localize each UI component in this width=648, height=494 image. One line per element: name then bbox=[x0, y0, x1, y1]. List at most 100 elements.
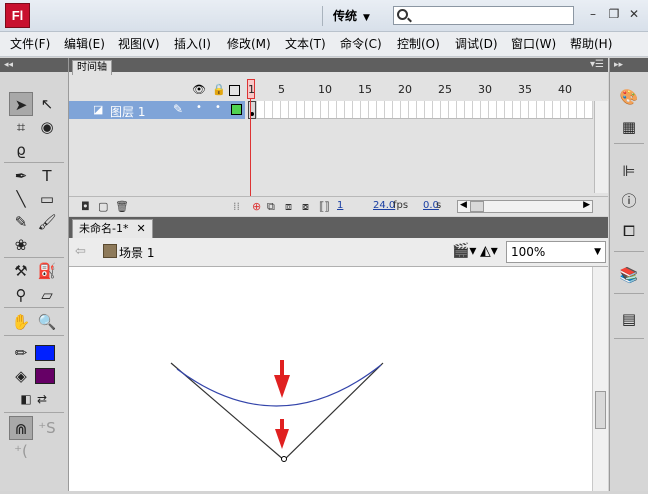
onion-outline-icon[interactable]: ⧈ bbox=[285, 200, 292, 214]
modify-markers-icon[interactable]: ⟦⟧ bbox=[319, 200, 330, 213]
subselection-tool-icon[interactable]: ↖ bbox=[35, 92, 59, 116]
minimize-icon[interactable]: – bbox=[584, 6, 602, 22]
tab-timeline[interactable]: 时间轴 bbox=[72, 60, 112, 75]
close-icon[interactable]: ✕ bbox=[136, 222, 145, 235]
menu-window[interactable]: 窗口(W) bbox=[511, 37, 556, 51]
onion-skin-icon[interactable]: ⧉ bbox=[267, 200, 275, 214]
scroll-thumb[interactable] bbox=[595, 391, 606, 429]
eyedropper-tool-icon[interactable]: ⚲ bbox=[9, 283, 33, 307]
panel-divider bbox=[614, 143, 644, 144]
frame-rate[interactable]: 24.0 bbox=[373, 200, 395, 211]
color-palette-icon[interactable]: 🎨 bbox=[618, 86, 640, 108]
current-frame[interactable]: 1 bbox=[337, 200, 343, 211]
close-icon[interactable]: ✕ bbox=[625, 6, 643, 22]
panel-divider bbox=[614, 293, 644, 294]
transform-icon[interactable]: ⧠ bbox=[618, 220, 640, 242]
elapsed-time-unit: s bbox=[436, 200, 442, 211]
new-folder-icon[interactable]: ▢ bbox=[98, 200, 108, 213]
scroll-thumb[interactable] bbox=[470, 201, 484, 212]
frames-grid[interactable] bbox=[249, 101, 593, 119]
hand-tool-icon[interactable]: ✋ bbox=[9, 310, 33, 334]
pencil-tool-icon[interactable]: ✎ bbox=[9, 210, 33, 234]
edit-multiple-frames-icon[interactable]: ⧇ bbox=[302, 200, 309, 214]
layer-name[interactable]: 图层 1 bbox=[110, 103, 145, 120]
menu-edit[interactable]: 编辑(E) bbox=[64, 37, 105, 51]
menu-file[interactable]: 文件(F) bbox=[10, 37, 50, 51]
lock-dot-icon[interactable]: • bbox=[215, 102, 221, 113]
menu-commands[interactable]: 命令(C) bbox=[340, 37, 382, 51]
frame-rate-unit: fps bbox=[393, 200, 409, 211]
show-hide-icon[interactable]: 👁 bbox=[192, 83, 206, 96]
bone-tool-icon[interactable]: ⚒ bbox=[9, 259, 33, 283]
document-tab[interactable]: 未命名-1* ✕ bbox=[72, 219, 153, 238]
expand-icon[interactable]: ▸▸ bbox=[610, 58, 648, 72]
straighten-icon[interactable]: ⁺( bbox=[9, 439, 33, 463]
timeline-footer: ◘ ▢ 🗑 ⁞⁞ ⊕ ⧉ ⧈ ⧇ ⟦⟧ 1 24.0 fps 0.0 s ◀ ▶ bbox=[69, 196, 608, 216]
stroke-color-swatch[interactable] bbox=[35, 345, 55, 361]
timeline-hscroll[interactable]: ◀ ▶ bbox=[457, 200, 593, 213]
deco-tool-icon[interactable]: ❀ bbox=[9, 233, 33, 257]
red-arrow-lower bbox=[275, 419, 289, 449]
brush-tool-icon[interactable]: 🖌 bbox=[35, 210, 59, 234]
edit-symbols-icon[interactable]: ◭▾ bbox=[480, 243, 498, 259]
stage[interactable] bbox=[69, 267, 608, 491]
delete-icon[interactable]: 🗑 bbox=[115, 200, 129, 213]
lock-icon[interactable]: 🔒 bbox=[212, 83, 226, 96]
smooth-icon[interactable]: ⁺S bbox=[35, 416, 59, 440]
outline-icon[interactable] bbox=[229, 85, 240, 96]
edit-bar: ⇦ 场景 1 🎬▾ ◭▾ 100% ▼ bbox=[69, 238, 608, 267]
anchor-point[interactable] bbox=[281, 456, 287, 462]
scroll-right-icon[interactable]: ▶ bbox=[583, 200, 590, 210]
menu-debug[interactable]: 调试(D) bbox=[455, 37, 498, 51]
selection-tool-icon[interactable]: ➤ bbox=[9, 92, 33, 116]
fill-color-swatch[interactable] bbox=[35, 368, 55, 384]
frame-number: 25 bbox=[438, 83, 452, 96]
workspace-switcher[interactable]: 传统 ▼ bbox=[322, 6, 370, 26]
menu-view[interactable]: 视图(V) bbox=[118, 37, 160, 51]
menu-insert[interactable]: 插入(I) bbox=[174, 37, 211, 51]
edit-scene-icon[interactable]: 🎬▾ bbox=[452, 243, 476, 259]
eraser-tool-icon[interactable]: ▱ bbox=[35, 283, 59, 307]
library-icon[interactable]: 📚 bbox=[618, 264, 640, 286]
components-icon[interactable]: ▤ bbox=[618, 308, 640, 330]
stage-scrollbar[interactable] bbox=[592, 267, 608, 491]
text-tool-icon[interactable]: T bbox=[35, 164, 59, 188]
layer-list-empty bbox=[69, 119, 245, 193]
free-transform-tool-icon[interactable]: ⌗ bbox=[9, 115, 33, 139]
center-frame-icon[interactable]: ⊕ bbox=[252, 200, 261, 213]
panel-menu-icon[interactable]: ▾☰ bbox=[590, 59, 604, 70]
new-layer-icon[interactable]: ◘ bbox=[81, 200, 90, 213]
line-tool-icon[interactable]: ╲ bbox=[9, 187, 33, 211]
menu-modify[interactable]: 修改(M) bbox=[227, 37, 271, 51]
3d-rotation-tool-icon[interactable]: ◉ bbox=[35, 115, 59, 139]
align-icon[interactable]: ⊫ bbox=[618, 160, 640, 182]
menu-text[interactable]: 文本(T) bbox=[285, 37, 326, 51]
zoom-select[interactable]: 100% ▼ bbox=[506, 241, 606, 263]
snap-to-objects-icon[interactable]: ⋒ bbox=[9, 416, 33, 440]
timeline-scrollbar[interactable] bbox=[594, 101, 608, 193]
menu-bar: 文件(F) 编辑(E) 视图(V) 插入(I) 修改(M) 文本(T) 命令(C… bbox=[0, 32, 648, 57]
help-search-box[interactable] bbox=[393, 6, 574, 25]
rectangle-tool-icon[interactable]: ▭ bbox=[35, 187, 59, 211]
tool-divider bbox=[4, 257, 64, 258]
search-icon bbox=[397, 9, 408, 20]
pen-tool-icon[interactable]: ✒ bbox=[9, 164, 33, 188]
scroll-left-icon[interactable]: ◀ bbox=[460, 200, 467, 210]
menu-control[interactable]: 控制(O) bbox=[397, 37, 440, 51]
restore-icon[interactable]: ❐ bbox=[605, 6, 623, 22]
paint-bucket-tool-icon[interactable]: ⛽ bbox=[35, 259, 59, 283]
lasso-tool-icon[interactable]: ϱ bbox=[9, 138, 33, 162]
zoom-tool-icon[interactable]: 🔍 bbox=[35, 310, 59, 334]
edit-pencil-icon: ✎ bbox=[173, 102, 184, 116]
swap-colors-icon[interactable]: ⇄ bbox=[30, 387, 54, 411]
visibility-dot-icon[interactable]: • bbox=[196, 102, 202, 113]
info-icon[interactable]: ⓘ bbox=[618, 190, 640, 212]
search-input[interactable] bbox=[412, 8, 570, 23]
layer-row[interactable]: ◪ 图层 1 ✎ • • bbox=[69, 101, 245, 119]
layer-outline-color-icon[interactable] bbox=[231, 104, 242, 115]
menu-help[interactable]: 帮助(H) bbox=[570, 37, 612, 51]
back-arrow-icon[interactable]: ⇦ bbox=[75, 244, 86, 259]
timeline-topbar: ▾☰ bbox=[69, 58, 608, 72]
collapse-icon[interactable]: ◂◂ bbox=[0, 58, 68, 72]
swatches-icon[interactable]: ▦ bbox=[618, 116, 640, 138]
